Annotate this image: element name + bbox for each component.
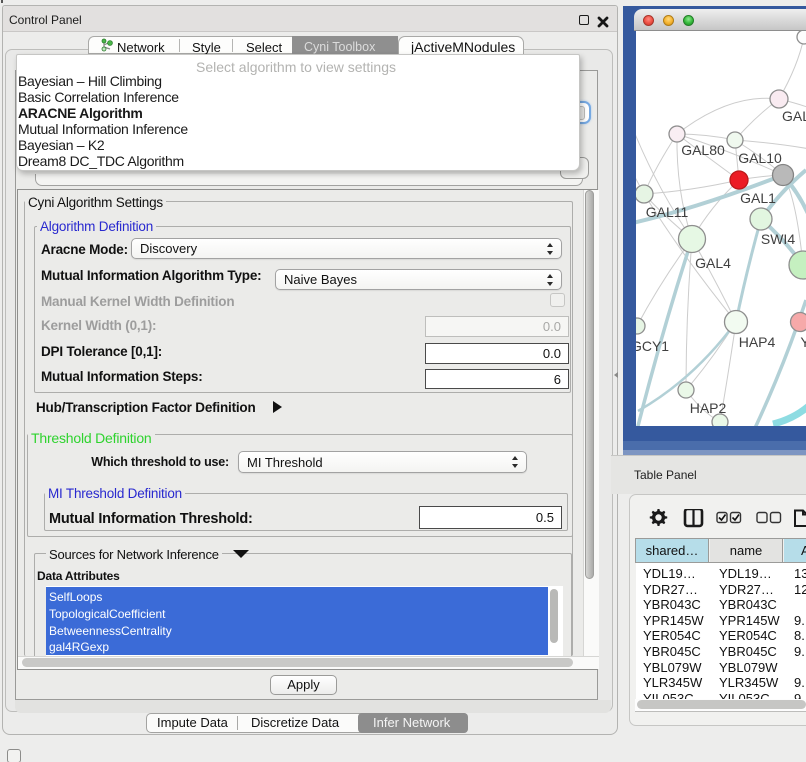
svg-text:GAL10: GAL10 (738, 150, 782, 166)
svg-text:GAL80: GAL80 (681, 142, 725, 158)
svg-text:SWI4: SWI4 (761, 231, 795, 247)
svg-text:HAP2: HAP2 (690, 400, 727, 416)
svg-text:GAL4: GAL4 (695, 255, 731, 271)
svg-text:GAL11: GAL11 (646, 204, 689, 220)
svg-text:GCY1: GCY1 (636, 338, 669, 354)
svg-text:GAL: GAL (782, 108, 806, 124)
svg-text:Y: Y (800, 334, 806, 350)
svg-text:GAL1: GAL1 (740, 190, 776, 206)
svg-text:HAP4: HAP4 (739, 334, 776, 350)
